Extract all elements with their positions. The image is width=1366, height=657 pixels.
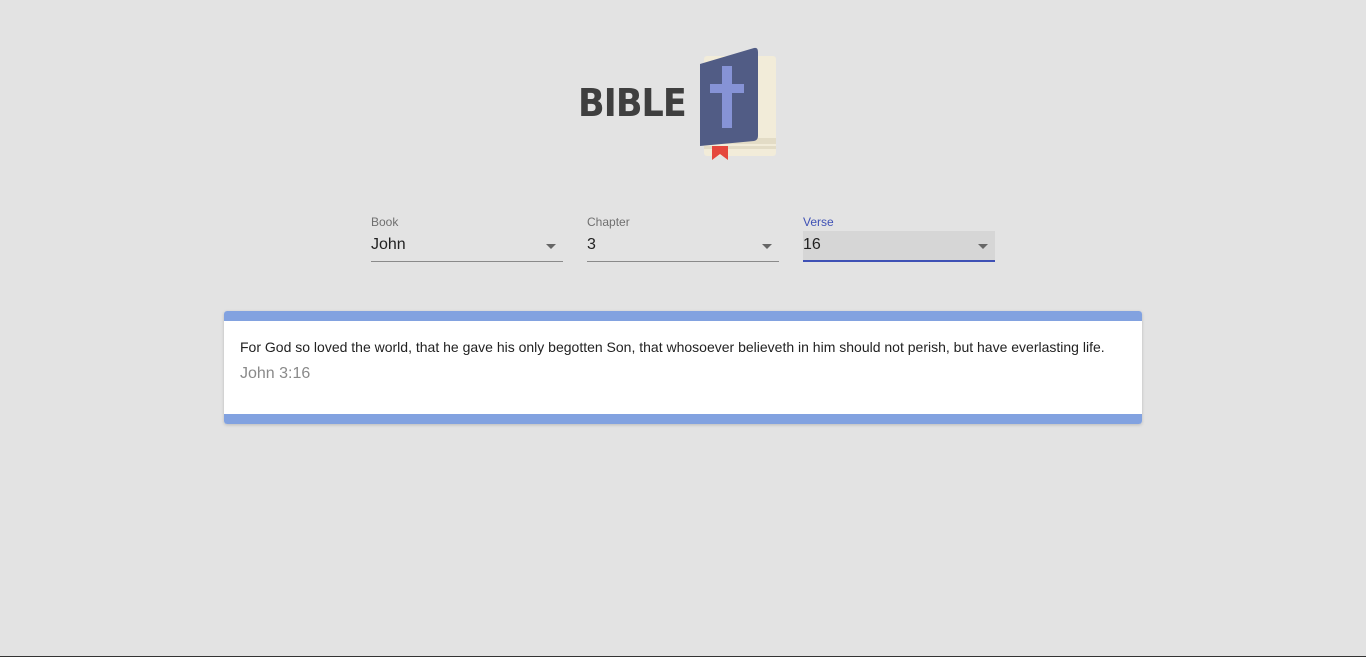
card-accent-bar-top xyxy=(224,311,1142,321)
page: BIBLE Book John Chapter 3 Verse 16 For G… xyxy=(0,0,1366,657)
chapter-label: Chapter xyxy=(587,215,630,229)
verse-card: For God so loved the world, that he gave… xyxy=(224,311,1142,424)
verse-field: Verse 16 xyxy=(803,213,995,262)
chapter-value: 3 xyxy=(587,236,596,253)
chevron-down-icon xyxy=(762,244,772,249)
verse-value: 16 xyxy=(803,236,821,253)
verse-label: Verse xyxy=(803,215,834,229)
verse-select[interactable]: 16 xyxy=(803,231,995,262)
book-label: Book xyxy=(371,215,399,229)
book-field: Book John xyxy=(371,213,563,262)
book-select[interactable]: John xyxy=(371,231,563,262)
chevron-down-icon xyxy=(978,244,988,249)
bible-logo: BIBLE xyxy=(578,46,778,164)
book-value: John xyxy=(371,236,406,253)
verse-selectors: Book John Chapter 3 Verse 16 xyxy=(371,213,995,262)
verse-reference: John 3:16 xyxy=(240,365,311,382)
verse-text: For God so loved the world, that he gave… xyxy=(240,339,1105,355)
logo-text: BIBLE xyxy=(578,81,687,125)
chapter-select[interactable]: 3 xyxy=(587,231,779,262)
chapter-field: Chapter 3 xyxy=(587,213,779,262)
card-accent-bar-bottom xyxy=(224,414,1142,424)
bible-book-cross-icon xyxy=(700,47,776,160)
chevron-down-icon xyxy=(546,244,556,249)
